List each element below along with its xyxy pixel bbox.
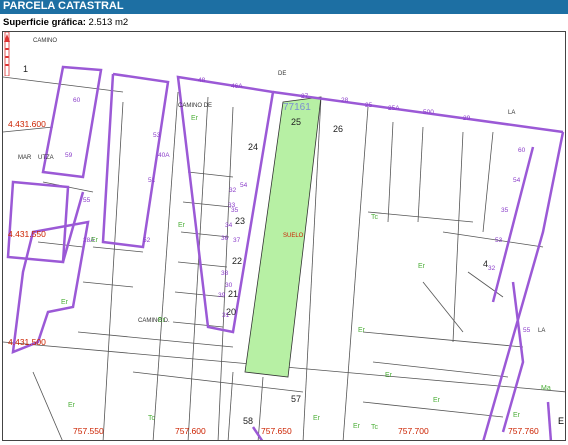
parcel-number: 22: [232, 256, 242, 266]
land-use-label: Tc: [148, 415, 156, 422]
block-number: 55: [83, 197, 91, 204]
x-coord-label: 757.600: [175, 426, 206, 436]
map-canvas: 4.431.600 4.431.550 4.431.500 757.550 75…: [3, 38, 565, 440]
street-label: MAR: [18, 155, 32, 161]
x-coord-label: 757.760: [508, 426, 539, 436]
land-use-label: Er: [433, 397, 441, 404]
land-use-label: Er: [385, 372, 393, 379]
land-use-label: Er: [313, 415, 321, 422]
street-label: LA: [508, 110, 515, 116]
block-number: 52: [143, 237, 151, 244]
block-number: 37: [233, 237, 241, 244]
block-number: 25A: [388, 105, 400, 112]
x-coord-label: 757.700: [398, 426, 429, 436]
block-number: 39: [218, 292, 226, 299]
north-arrow-icon: [4, 32, 10, 76]
block-number: 40A: [158, 152, 170, 159]
street-label: CAMINO DE: [178, 103, 212, 109]
map-edge-label: E: [557, 416, 564, 426]
parcel-number: 23: [235, 216, 245, 226]
x-coord-label: 757.550: [73, 426, 104, 436]
block-number: 46A: [231, 83, 243, 90]
land-use-label: Er: [358, 327, 366, 334]
y-coord-label: 4.431.500: [8, 337, 46, 347]
block-number: 53: [495, 237, 503, 244]
block-number: 54: [240, 182, 248, 189]
land-use-label: Tc: [371, 424, 379, 431]
land-use-label: Er: [353, 423, 361, 430]
block-number: 54: [513, 177, 521, 184]
parcel-number: 25: [291, 117, 301, 127]
block-number: 59: [65, 152, 73, 159]
parcel-number: 21: [228, 289, 238, 299]
street-label: DE: [278, 71, 286, 77]
land-use-label: Tc: [371, 214, 379, 221]
block-number: 25: [365, 102, 373, 109]
land-use-label: Ma: [541, 385, 551, 392]
y-coord-label: 4.431.550: [8, 229, 46, 239]
block-number: 38: [221, 270, 229, 277]
land-use-label: Er: [513, 412, 521, 419]
parcel-number: 57: [291, 394, 301, 404]
surface-info: Superficie gráfica: 2.513 m2: [3, 17, 128, 28]
block-number: 48: [198, 77, 206, 84]
x-coord-label: 757.650: [261, 426, 292, 436]
block-number: 32: [229, 187, 237, 194]
block-number: 500: [423, 109, 434, 116]
block-number: 51: [148, 177, 156, 184]
land-use-label: Er: [418, 263, 426, 270]
land-use-label: Er: [61, 299, 69, 306]
block-number: 29: [463, 115, 471, 122]
y-coord-label: 4.431.600: [8, 119, 46, 129]
block-number: 36: [221, 235, 229, 242]
block-number: 60: [518, 147, 526, 154]
block-number: 32: [488, 265, 496, 272]
block-number: 31: [222, 312, 230, 319]
parcel-class-label: SUELO: [283, 233, 304, 239]
parcel-number: 24: [248, 142, 258, 152]
block-number: 27: [301, 93, 309, 100]
parcel-number: 1: [23, 64, 28, 74]
land-use-label: Er: [178, 222, 186, 229]
block-number: 53: [153, 132, 161, 139]
cadastral-map[interactable]: 4.431.600 4.431.550 4.431.500 757.550 75…: [2, 31, 566, 441]
street-label: UTZA: [38, 155, 54, 161]
street-label: LA: [538, 328, 545, 334]
street-label: CAMINO: [33, 38, 57, 44]
land-use-label: Er: [158, 317, 166, 324]
parcel-number: 58: [243, 416, 253, 426]
land-use-label: Er: [91, 237, 99, 244]
block-number: 34: [225, 222, 233, 229]
block-number: 33: [228, 202, 236, 209]
block-number: 35: [501, 207, 509, 214]
block-number: 60: [73, 97, 81, 104]
page-title: PARCELA CATASTRAL: [0, 0, 568, 14]
surface-label: Superficie gráfica:: [3, 17, 86, 28]
block-number: 28: [341, 97, 349, 104]
land-use-label: Er: [191, 115, 199, 122]
surface-value: 2.513 m2: [88, 17, 129, 28]
parcel-number: 26: [333, 124, 343, 134]
block-number: 30: [225, 282, 233, 289]
street-label: CAMINO D.: [138, 318, 170, 324]
block-number: 55: [523, 327, 531, 334]
parcel-ref: 77161: [283, 102, 311, 113]
land-use-label: Er: [68, 402, 76, 409]
